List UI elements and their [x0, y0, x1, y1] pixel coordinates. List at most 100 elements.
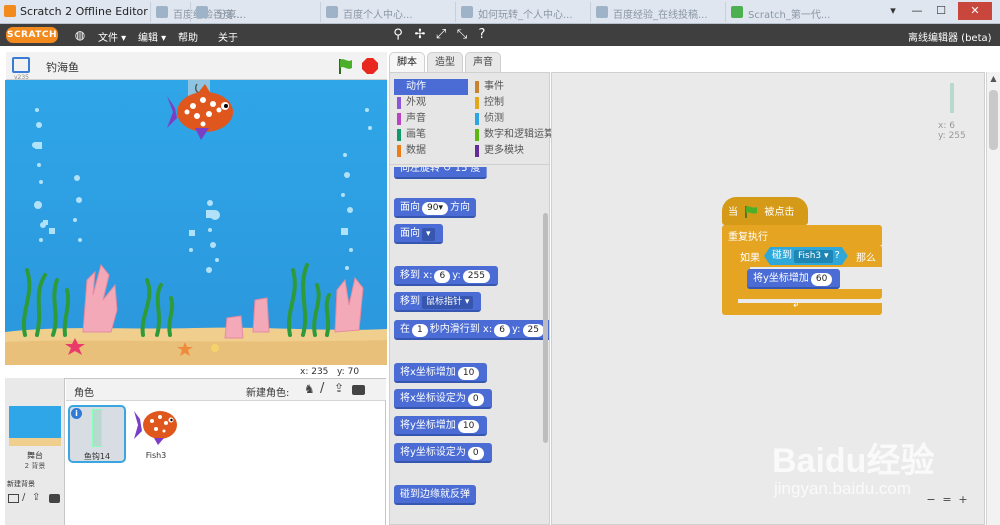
- menu-help[interactable]: 帮助: [178, 29, 198, 44]
- script-area[interactable]: x: 6 y: 255 当 被点击 重复执行 ↲ 如果 那么 碰到 Fish3 ▾…: [551, 72, 985, 525]
- category-control[interactable]: 控制: [472, 95, 546, 111]
- stage-label: 舞台: [27, 451, 43, 460]
- block-glide[interactable]: 在 1 秒内滑行到 x: 6 y: 25: [394, 320, 549, 340]
- category-sensing[interactable]: 侦测: [472, 111, 546, 127]
- scroll-up-button[interactable]: ▲: [988, 74, 999, 85]
- presentation-mode-icon[interactable]: [12, 57, 30, 73]
- block-set-y[interactable]: 将y坐标设定为 0: [394, 443, 492, 463]
- new-sprite-label: 新建角色:: [246, 388, 290, 399]
- green-flag-icon[interactable]: [336, 57, 354, 75]
- tab-favicon-icon: [461, 6, 473, 18]
- upload-sprite-icon[interactable]: ⇪: [334, 381, 344, 395]
- block-bounce[interactable]: 碰到边缘就反弹: [394, 485, 476, 505]
- fish-thumbnail: [134, 411, 177, 445]
- category-sound[interactable]: 声音: [394, 111, 468, 127]
- camera-sprite-icon[interactable]: [352, 385, 365, 395]
- scratch-logo[interactable]: SCRATCH: [6, 27, 58, 43]
- direction-input[interactable]: 90▾: [422, 202, 448, 215]
- x-input[interactable]: 6: [434, 270, 451, 283]
- minimize-button[interactable]: —: [906, 2, 928, 20]
- new-backdrop-label: 新建背景: [7, 480, 35, 488]
- sprite-tile[interactable]: Fish3: [130, 405, 182, 463]
- shrink-icon[interactable]: ⤡: [454, 27, 470, 43]
- block-when-flag-clicked[interactable]: 当 被点击: [722, 197, 808, 225]
- project-title[interactable]: 钓海鱼: [46, 59, 79, 75]
- tab-scripts[interactable]: 脚本: [389, 52, 425, 72]
- browser-tab[interactable]: 如何玩转_个人中心...: [455, 2, 585, 22]
- touching-target-dropdown[interactable]: Fish3 ▾: [794, 250, 833, 263]
- browser-tab[interactable]: 百度经验_在线投稿...: [590, 2, 720, 22]
- menu-edit[interactable]: 编辑 ▾: [138, 29, 166, 44]
- window-menu-button[interactable]: ▾: [882, 2, 904, 20]
- y-input[interactable]: 25: [522, 324, 544, 337]
- maximize-button[interactable]: ☐: [930, 2, 952, 20]
- block-go-to-xy[interactable]: 移到 x: 6 y: 255: [394, 266, 498, 286]
- category-pen[interactable]: 画笔: [394, 127, 468, 143]
- category-more-blocks[interactable]: 更多模块: [472, 143, 546, 159]
- block-change-x[interactable]: 将x坐标增加 10: [394, 363, 488, 383]
- block-change-y[interactable]: 将y坐标增加 10: [394, 416, 488, 436]
- category-operators[interactable]: 数字和逻辑运算: [472, 127, 554, 143]
- zoom-out-button[interactable]: −: [924, 493, 938, 507]
- category-swatch: [397, 113, 401, 125]
- zoom-reset-button[interactable]: =: [940, 493, 954, 507]
- duplicate-icon[interactable]: ⚲: [390, 27, 406, 43]
- target-dropdown[interactable]: ▾: [422, 228, 435, 241]
- block-change-y[interactable]: 将y坐标增加 60: [747, 269, 841, 289]
- category-data[interactable]: 数据: [394, 143, 468, 159]
- stage-thumbnail[interactable]: [9, 406, 61, 446]
- baidu-watermark-logo: Baidu经验: [772, 442, 935, 480]
- browser-tab[interactable]: Scratch_第一代...: [725, 2, 855, 22]
- category-events[interactable]: 事件: [472, 79, 546, 95]
- zoom-in-button[interactable]: +: [956, 493, 970, 507]
- category-motion[interactable]: 动作: [394, 79, 468, 95]
- camera-backdrop-icon[interactable]: [49, 494, 60, 503]
- info-icon[interactable]: i: [71, 408, 82, 419]
- browser-tab[interactable]: 百度个人中心...: [320, 2, 450, 22]
- block-point-towards[interactable]: 面向 ▾: [394, 224, 443, 244]
- value-input[interactable]: 10: [457, 367, 480, 380]
- value-input[interactable]: 0: [467, 447, 484, 460]
- value-input[interactable]: 0: [467, 393, 484, 406]
- block-touching[interactable]: 碰到 Fish3 ▾?: [764, 247, 848, 265]
- backdrop-count: 2 背景: [24, 462, 46, 470]
- block-point-in-direction[interactable]: 面向 90▾ 方向: [394, 198, 476, 218]
- upload-backdrop-icon[interactable]: ⇪: [32, 492, 40, 503]
- scrollbar-thumb[interactable]: [989, 90, 998, 150]
- grow-icon[interactable]: ⤢: [433, 27, 449, 43]
- goto-dropdown[interactable]: 鼠标指针 ▾: [422, 296, 474, 309]
- block-set-x[interactable]: 将x坐标设定为 0: [394, 389, 492, 409]
- category-swatch: [475, 97, 479, 109]
- stop-icon[interactable]: [361, 57, 379, 75]
- paint-sprite-icon[interactable]: /: [320, 381, 324, 396]
- loop-arrow-icon: ↲: [792, 300, 800, 310]
- sprite-panel-header: 角色 新建角色: ♞ / ⇪: [66, 379, 386, 401]
- sprite-library-icon[interactable]: ♞: [304, 382, 315, 396]
- window-scrollbar[interactable]: ▲: [986, 72, 1000, 525]
- window-title: Scratch 2 Offline Editor: [20, 5, 148, 18]
- x-input[interactable]: 6: [494, 324, 510, 337]
- tab-costumes[interactable]: 造型: [427, 52, 463, 72]
- tab-sounds[interactable]: 声音: [465, 52, 501, 72]
- stage-thumbnail-cell[interactable]: 舞台 2 背景 新建背景 / ⇪: [5, 378, 65, 525]
- paint-backdrop-icon[interactable]: /: [22, 492, 25, 503]
- help-icon[interactable]: ?: [474, 27, 490, 43]
- palette-scrollbar[interactable]: [543, 213, 548, 443]
- secs-input[interactable]: 1: [412, 324, 428, 337]
- value-input[interactable]: 10: [457, 420, 480, 433]
- category-looks[interactable]: 外观: [394, 95, 468, 111]
- close-button[interactable]: ✕: [958, 2, 992, 20]
- menu-file[interactable]: 文件 ▾: [98, 29, 126, 44]
- menu-about[interactable]: 关于: [218, 29, 238, 44]
- block-go-to[interactable]: 移到 鼠标指针 ▾: [394, 292, 482, 312]
- value-input[interactable]: 60: [810, 273, 833, 286]
- browser-tab[interactable]: 百度...: [190, 2, 260, 22]
- delete-icon[interactable]: ✢: [412, 27, 428, 43]
- stage-scene: [5, 80, 387, 365]
- stage[interactable]: [5, 80, 387, 365]
- sprite-tile[interactable]: i 鱼钩14: [68, 405, 126, 463]
- window-titlebar: Scratch 2 Offline Editor 百度经验-分享... 百度..…: [0, 0, 1000, 24]
- globe-icon[interactable]: ◍: [72, 27, 88, 43]
- backdrop-library-icon[interactable]: [8, 494, 19, 503]
- y-input[interactable]: 255: [462, 270, 490, 283]
